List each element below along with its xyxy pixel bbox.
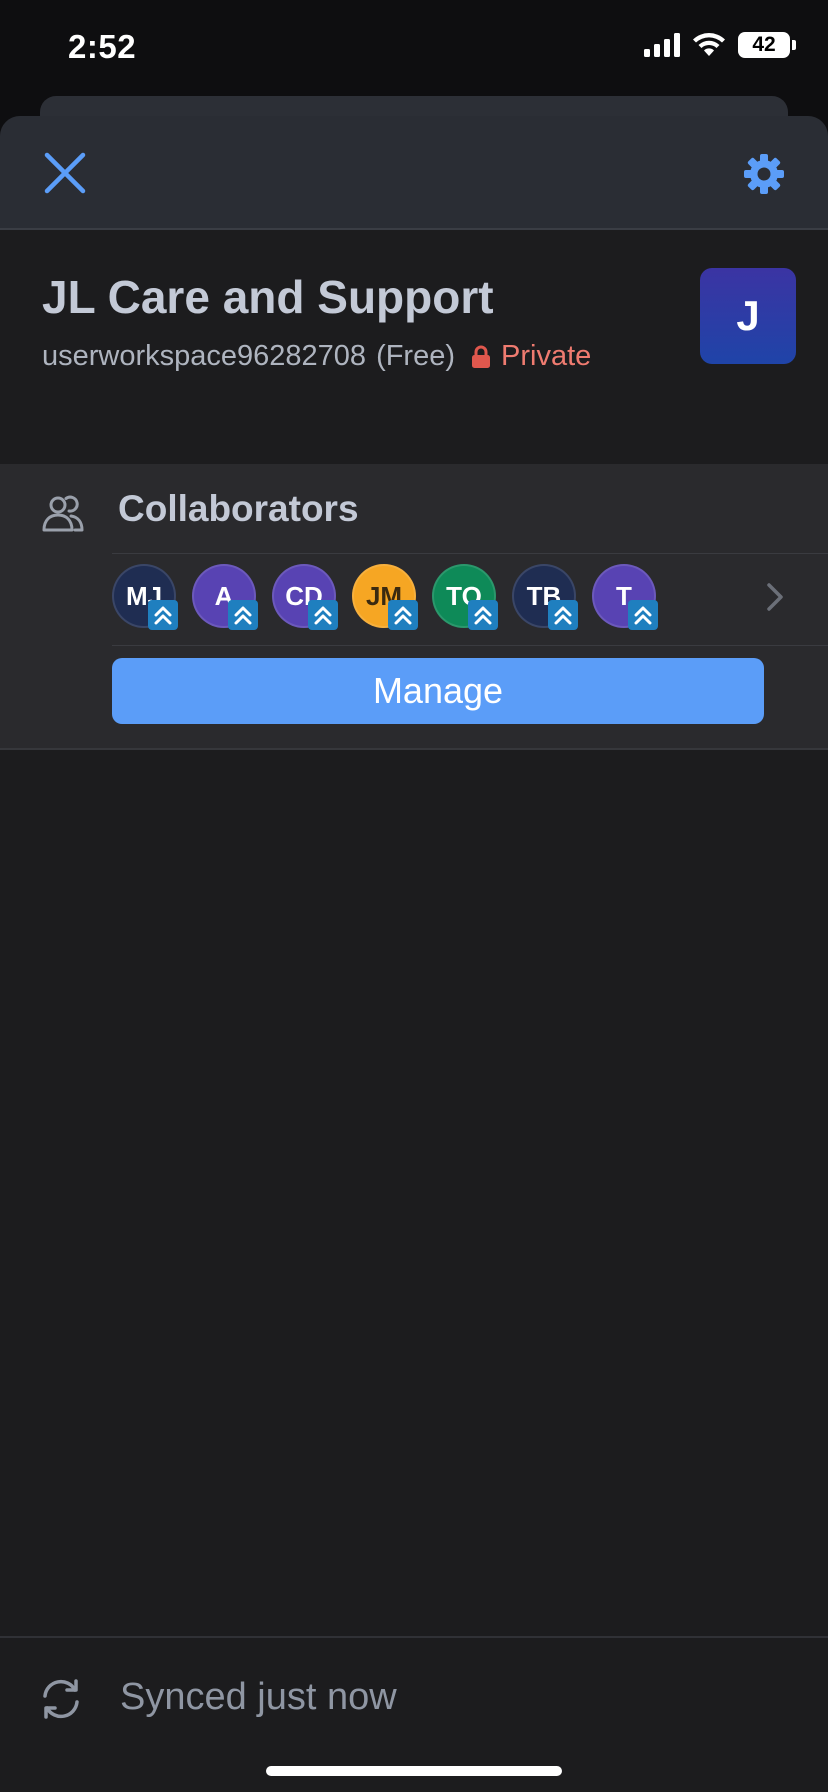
workspace-plan: (Free): [376, 340, 456, 372]
settings-button[interactable]: [736, 146, 792, 202]
battery-tip: [792, 40, 796, 50]
workspace-info: JL Care and Support userworkspace9628270…: [0, 230, 828, 464]
collaborator-avatar[interactable]: JM: [352, 564, 418, 630]
privacy-label: Private: [501, 340, 592, 372]
collaborator-avatar[interactable]: TO: [432, 564, 498, 630]
footer: Synced just now: [0, 1636, 828, 1792]
admin-badge-icon: [548, 600, 578, 630]
admin-badge-icon: [148, 600, 178, 630]
collaborators-title: Collaborators: [118, 488, 359, 529]
lock-icon: [471, 345, 491, 369]
status-icons: 42: [644, 32, 796, 58]
close-icon: [44, 152, 86, 194]
collaborator-avatar[interactable]: A: [192, 564, 258, 630]
status-time: 2:52: [68, 28, 137, 65]
admin-badge-icon: [308, 600, 338, 630]
collaborator-avatar[interactable]: MJ: [112, 564, 178, 630]
sync-icon[interactable]: [38, 1676, 84, 1722]
manage-button[interactable]: Manage: [112, 658, 764, 724]
workspace-subtitle: userworkspace96282708 (Free) Private: [42, 340, 591, 373]
collaborator-avatars: MJ A CD JM TO TB T: [112, 564, 658, 630]
sync-status: Synced just now: [120, 1676, 397, 1718]
admin-badge-icon: [228, 600, 258, 630]
divider: [112, 553, 828, 554]
admin-badge-icon: [628, 600, 658, 630]
admin-badge-icon: [468, 600, 498, 630]
status-bar: 2:52 42: [0, 0, 828, 96]
workspace-sheet: JL Care and Support userworkspace9628270…: [0, 116, 828, 1792]
divider: [112, 645, 828, 646]
workspace-title: JL Care and Support: [42, 271, 494, 323]
battery-icon: 42: [738, 32, 790, 58]
gear-icon: [744, 154, 784, 194]
chevron-right-icon[interactable]: [760, 582, 790, 612]
admin-badge-icon: [388, 600, 418, 630]
collaborator-avatar[interactable]: T: [592, 564, 658, 630]
collaborators-panel: Collaborators MJ A CD JM TO TB T Manage: [0, 464, 828, 750]
sheet-header: [0, 116, 828, 230]
collaborator-avatar[interactable]: CD: [272, 564, 338, 630]
signal-icon: [644, 33, 680, 57]
workspace-avatar[interactable]: J: [700, 268, 796, 364]
close-button[interactable]: [36, 144, 94, 202]
collaborator-avatar[interactable]: TB: [512, 564, 578, 630]
wifi-icon: [693, 33, 725, 56]
people-icon: [42, 495, 84, 532]
home-indicator[interactable]: [266, 1766, 562, 1776]
workspace-id: userworkspace96282708: [42, 340, 367, 372]
